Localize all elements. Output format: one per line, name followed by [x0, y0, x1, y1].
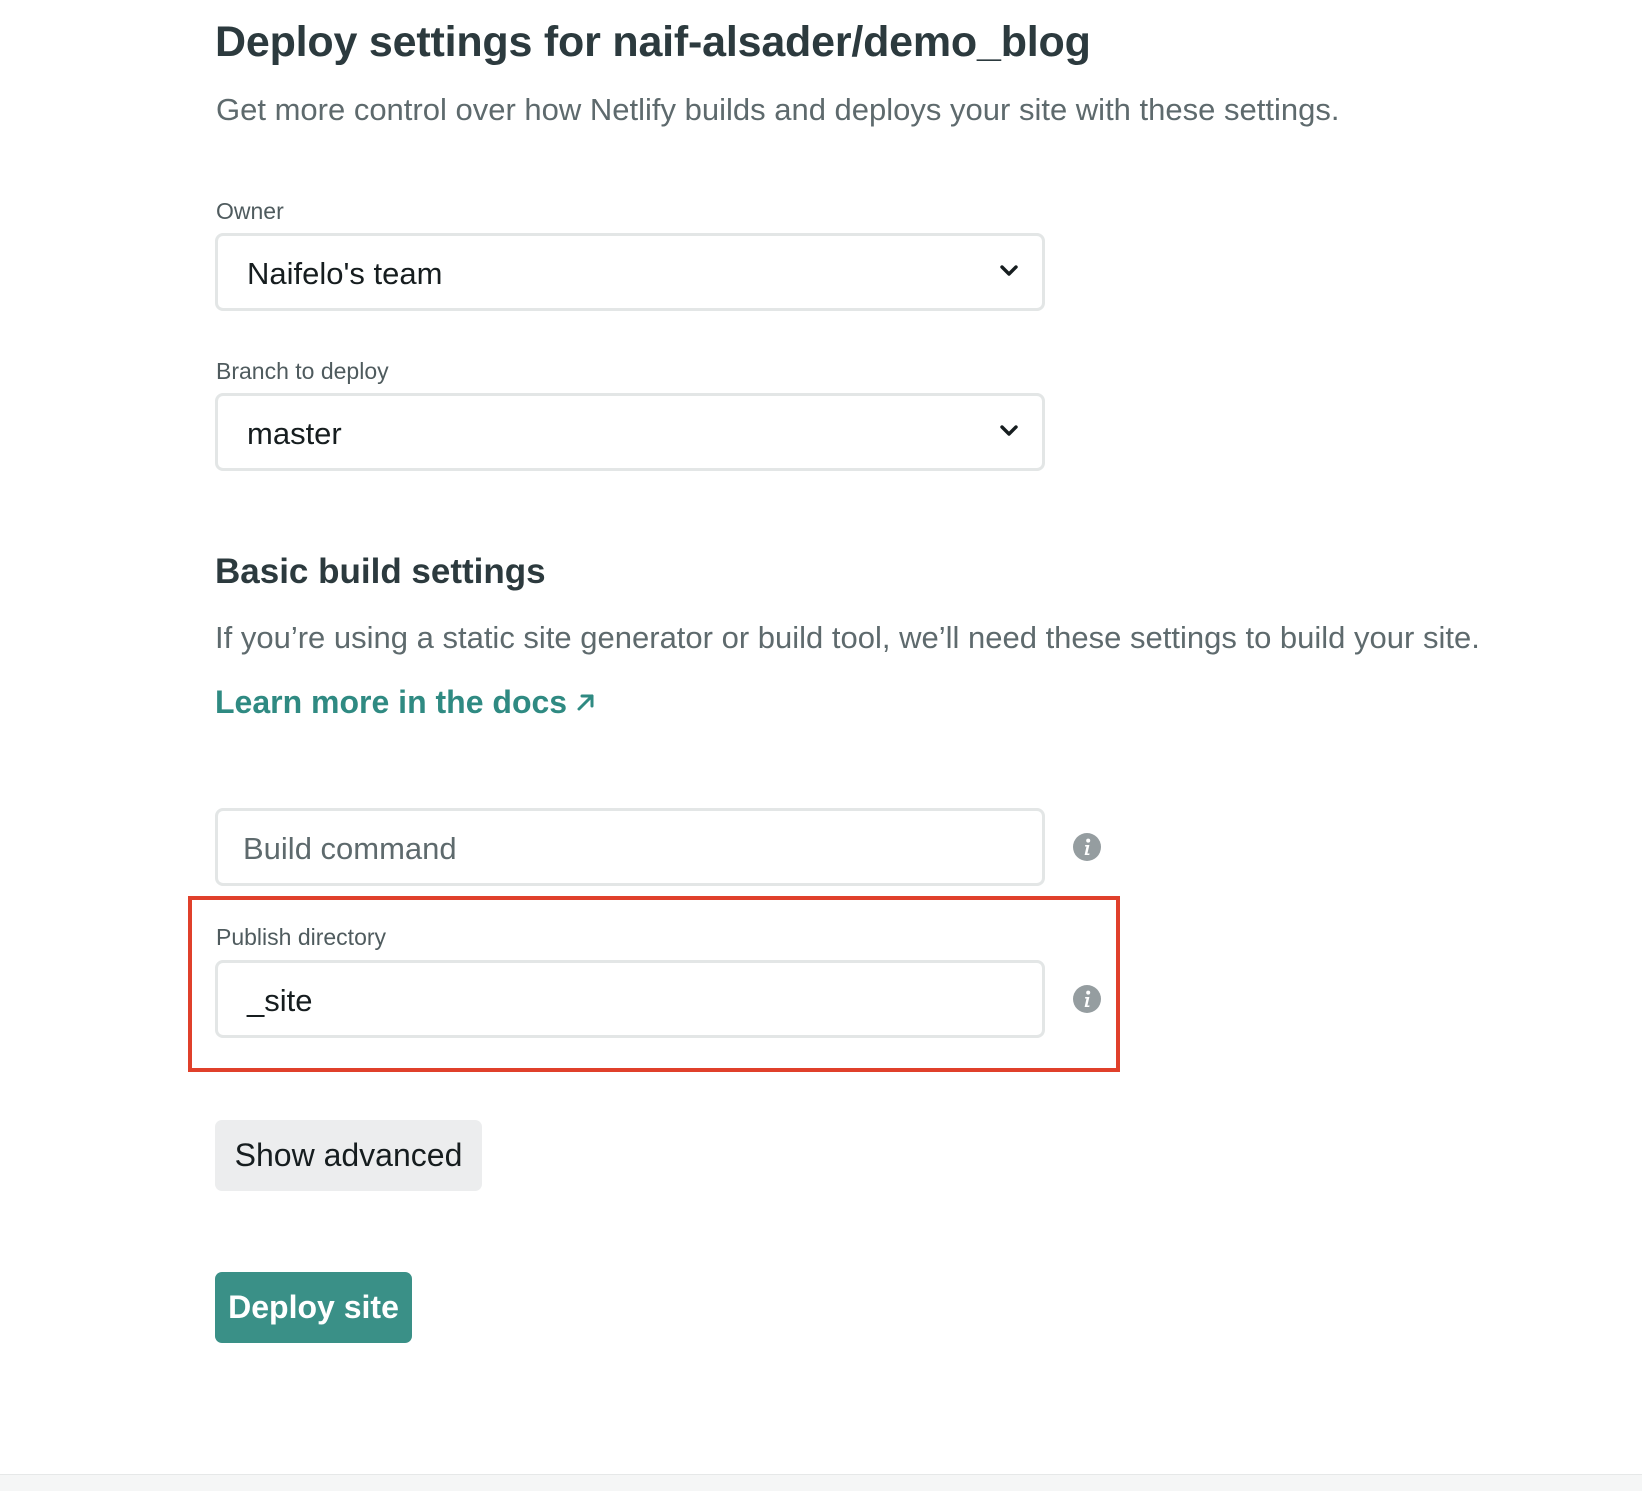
owner-select[interactable]: Naifelo's team: [215, 233, 1045, 311]
external-link-arrow-icon: [577, 694, 594, 711]
owner-label: Owner: [216, 198, 284, 224]
page-subtitle: Get more control over how Netlify builds…: [216, 92, 1340, 127]
page-title: Deploy settings for naif-alsader/demo_bl…: [215, 18, 1091, 66]
docs-link[interactable]: Learn more in the docs: [215, 684, 597, 721]
build-settings-description: If you’re using a static site generator …: [215, 620, 1480, 655]
deploy-site-button[interactable]: Deploy site: [215, 1272, 412, 1343]
build-settings-title: Basic build settings: [215, 552, 546, 591]
build-command-placeholder: Build command: [243, 831, 457, 866]
owner-select-value: Naifelo's team: [247, 256, 443, 291]
branch-select[interactable]: master: [215, 393, 1045, 471]
deploy-settings-page: Deploy settings for naif-alsader/demo_bl…: [0, 0, 1642, 1474]
chevron-down-icon: [1000, 425, 1018, 436]
info-icon[interactable]: [1072, 984, 1102, 1014]
show-advanced-button[interactable]: Show advanced: [215, 1120, 482, 1191]
chevron-down-icon: [1000, 265, 1018, 276]
info-icon[interactable]: [1072, 832, 1102, 862]
build-command-input[interactable]: Build command: [215, 808, 1045, 886]
publish-directory-input[interactable]: _site: [215, 960, 1045, 1038]
page-footer-band: [0, 1474, 1642, 1491]
publish-directory-value: _site: [247, 983, 313, 1018]
docs-link-label: Learn more in the docs: [215, 684, 568, 720]
publish-directory-label: Publish directory: [216, 924, 387, 950]
branch-label: Branch to deploy: [216, 358, 389, 384]
branch-select-value: master: [247, 416, 342, 451]
